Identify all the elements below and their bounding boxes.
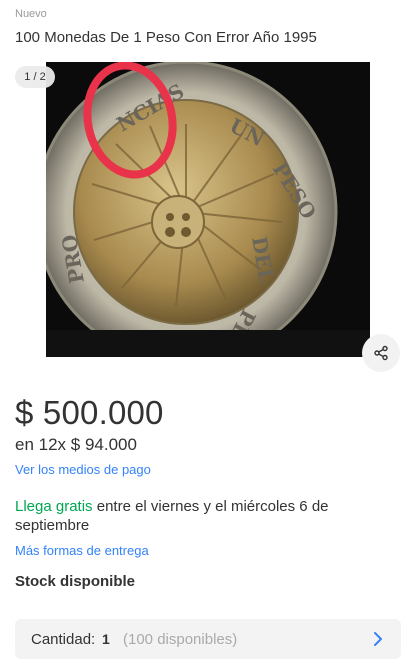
item-title: 100 Monedas De 1 Peso Con Error Año 1995	[15, 29, 317, 46]
shipping-info: Llega gratis entre el viernes y el miérc…	[15, 497, 395, 535]
quantity-selector[interactable]: Cantidad: 1 (100 disponibles)	[15, 619, 401, 659]
quantity-label: Cantidad:	[31, 631, 96, 648]
image-counter: 1 / 2	[15, 66, 55, 88]
product-photo[interactable]: UN PESO DEL PLATA PRO NCIAS	[46, 62, 370, 357]
price: $ 500.000	[15, 394, 164, 431]
more-delivery-options-link[interactable]: Más formas de entrega	[15, 543, 149, 558]
free-shipping-label: Llega gratis	[15, 498, 93, 515]
share-button[interactable]	[362, 334, 400, 372]
stock-status: Stock disponible	[15, 573, 136, 590]
item-condition: Nuevo	[15, 8, 47, 20]
share-icon	[374, 345, 388, 361]
quantity-value: 1	[102, 631, 110, 647]
payment-methods-link[interactable]: Ver los medios de pago	[15, 462, 151, 477]
chevron-right-icon	[374, 632, 382, 646]
installments: en 12x $ 94.000	[15, 435, 137, 454]
image-gallery[interactable]: UN PESO DEL PLATA PRO NCIAS 1 / 2	[0, 62, 416, 372]
quantity-available: (100 disponibles)	[123, 631, 238, 648]
